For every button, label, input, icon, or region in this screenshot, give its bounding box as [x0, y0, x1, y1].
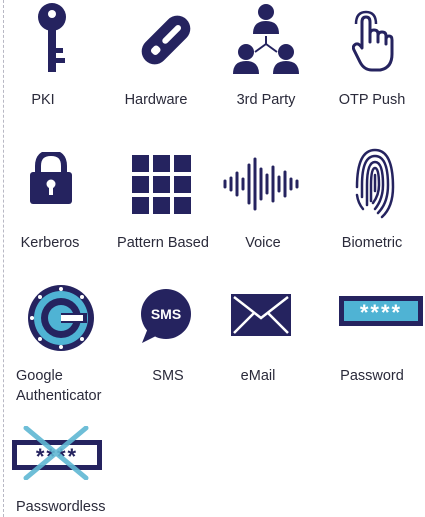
- method-google-authenticator: Google Authenticator: [0, 280, 106, 410]
- tap-finger-icon: [352, 10, 394, 72]
- method-label-google: Google: [16, 368, 63, 384]
- method-3rd-party: 3rd Party: [213, 0, 319, 112]
- fingerprint-icon: [355, 148, 395, 219]
- sound-wave-icon: [223, 157, 299, 211]
- method-passwordless: **** Passwordless: [0, 418, 106, 517]
- method-voice: Voice: [210, 145, 316, 260]
- method-password: **** Password: [319, 280, 425, 410]
- google-authenticator-icon: [28, 285, 94, 351]
- method-label-email: eMail: [240, 368, 276, 384]
- method-biometric: Biometric: [319, 145, 425, 260]
- password-field-icon: ****: [339, 296, 423, 326]
- method-hardware: Hardware: [103, 0, 209, 112]
- method-label-pattern-based: Pattern Based: [117, 235, 209, 251]
- method-label-passwordless: Passwordless: [16, 499, 106, 515]
- method-label-password: Password: [340, 368, 404, 384]
- method-otp-push: OTP Push: [319, 0, 425, 112]
- padlock-icon: [30, 152, 72, 204]
- usb-token-icon: [141, 15, 191, 65]
- sms-bubble-icon: SMS: [141, 289, 191, 343]
- method-kerberos: Kerberos: [0, 145, 106, 260]
- method-label-otp-push: OTP Push: [338, 92, 406, 108]
- password-mask-text: ****: [360, 300, 402, 325]
- method-label-hardware: Hardware: [124, 92, 188, 108]
- method-label-authenticator: Authenticator: [16, 388, 102, 404]
- crossed-password-icon: ****: [12, 426, 102, 480]
- method-email: eMail: [205, 280, 311, 410]
- method-label-3rd-party: 3rd Party: [236, 92, 296, 108]
- people-network-icon: [233, 4, 299, 74]
- method-label-biometric: Biometric: [341, 235, 403, 251]
- method-label-kerberos: Kerberos: [20, 235, 80, 251]
- method-pattern-based: Pattern Based: [110, 145, 216, 260]
- grid-pattern-icon: [132, 155, 191, 214]
- method-label-voice: Voice: [245, 235, 281, 251]
- envelope-icon: [231, 294, 291, 336]
- sms-bubble-text: SMS: [151, 306, 181, 322]
- method-label-pki: PKI: [31, 92, 55, 108]
- method-pki: PKI: [0, 0, 106, 112]
- key-icon: [38, 3, 66, 72]
